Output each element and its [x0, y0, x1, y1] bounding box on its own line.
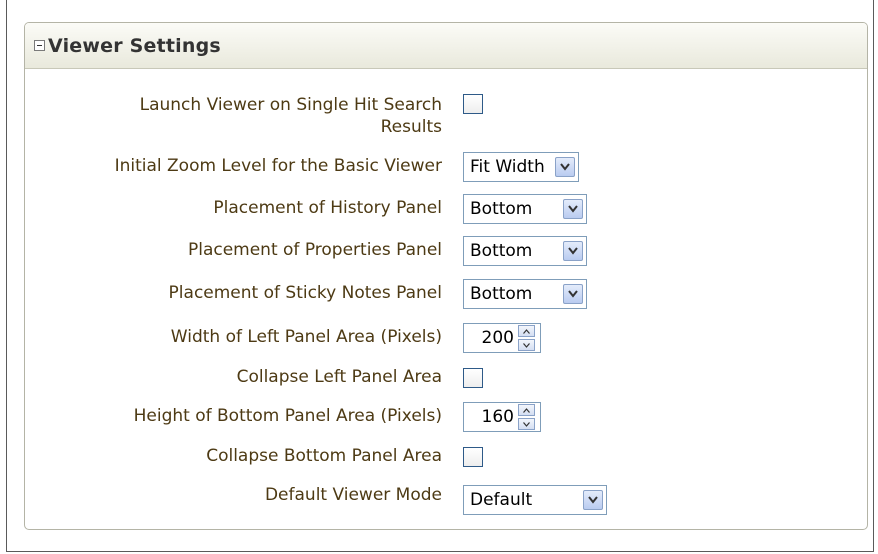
viewer-settings-panel: Viewer Settings Launch Viewer on Single …: [24, 22, 868, 530]
initial-zoom-value: Fit Width: [470, 157, 545, 177]
launch-single-hit-checkbox[interactable]: [463, 94, 483, 114]
initial-zoom-select[interactable]: Fit Width: [463, 152, 579, 182]
dropdown-arrow-icon[interactable]: [563, 284, 583, 304]
collapse-left-label: Collapse Left Panel Area: [236, 367, 442, 387]
spin-up-icon[interactable]: [518, 325, 535, 337]
left-panel-width-label: Width of Left Panel Area (Pixels): [170, 327, 442, 347]
properties-panel-value: Bottom: [470, 241, 533, 261]
initial-zoom-label: Initial Zoom Level for the Basic Viewer: [114, 156, 442, 176]
dropdown-arrow-icon[interactable]: [563, 199, 583, 219]
collapse-minus-icon[interactable]: [34, 40, 45, 51]
default-mode-select[interactable]: Default: [463, 485, 607, 515]
spin-up-icon[interactable]: [518, 404, 535, 416]
default-mode-value: Default: [470, 490, 533, 510]
dropdown-arrow-icon[interactable]: [583, 490, 603, 510]
bottom-panel-height-label: Height of Bottom Panel Area (Pixels): [133, 406, 442, 426]
spin-down-icon[interactable]: [518, 339, 535, 351]
left-panel-width-value: 200: [481, 328, 514, 348]
launch-single-hit-label-line2: Results: [380, 117, 442, 137]
collapse-left-checkbox[interactable]: [463, 368, 483, 388]
bottom-panel-height-spinner[interactable]: [518, 404, 535, 430]
default-mode-label: Default Viewer Mode: [264, 485, 442, 505]
collapse-bottom-checkbox[interactable]: [463, 447, 483, 467]
panel-title: Viewer Settings: [48, 34, 221, 57]
bottom-panel-height-value: 160: [481, 407, 514, 427]
spin-down-icon[interactable]: [518, 418, 535, 430]
panel-header[interactable]: Viewer Settings: [25, 23, 867, 69]
dropdown-arrow-icon[interactable]: [563, 241, 583, 261]
collapse-bottom-label: Collapse Bottom Panel Area: [206, 446, 442, 466]
sticky-notes-panel-label: Placement of Sticky Notes Panel: [168, 283, 442, 303]
properties-panel-label: Placement of Properties Panel: [187, 240, 442, 260]
properties-panel-select[interactable]: Bottom: [463, 236, 587, 266]
launch-single-hit-label: Launch Viewer on Single Hit Search Resul…: [140, 94, 442, 138]
history-panel-select[interactable]: Bottom: [463, 194, 587, 224]
left-panel-width-spinner[interactable]: [518, 325, 535, 351]
history-panel-label: Placement of History Panel: [213, 198, 442, 218]
launch-single-hit-label-line1: Launch Viewer on Single Hit Search: [139, 95, 442, 115]
dropdown-arrow-icon[interactable]: [555, 157, 575, 177]
sticky-notes-panel-value: Bottom: [470, 284, 533, 304]
sticky-notes-panel-select[interactable]: Bottom: [463, 279, 587, 309]
history-panel-value: Bottom: [470, 199, 533, 219]
